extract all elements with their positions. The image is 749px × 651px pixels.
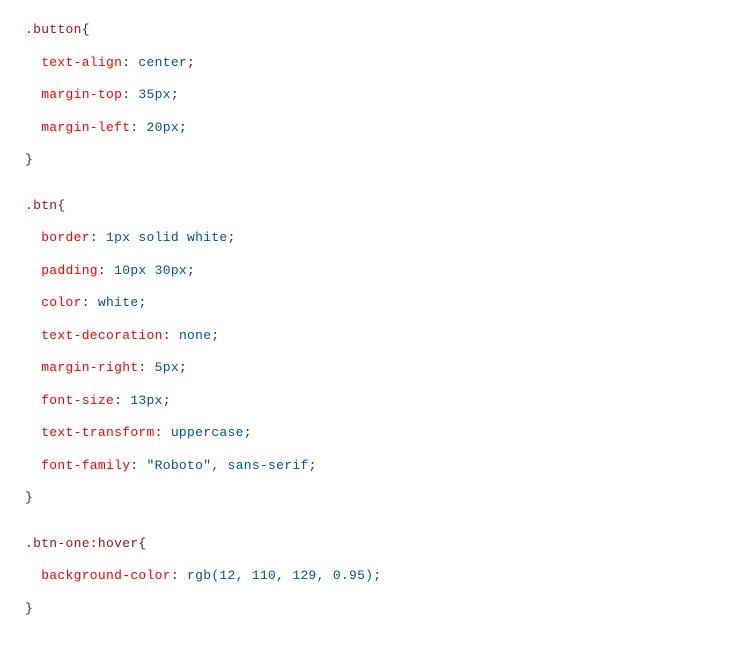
css-value: 10px 30px bbox=[114, 263, 187, 278]
css-prop: padding bbox=[41, 263, 98, 278]
css-prop: margin-right bbox=[41, 360, 138, 375]
css-value: rgb(12, 110, 129, 0.95) bbox=[187, 568, 373, 583]
css-code-block: .button{ text-align: center; margin-top:… bbox=[25, 20, 724, 618]
css-prop: color bbox=[41, 295, 82, 310]
css-prop: text-transform bbox=[41, 425, 154, 440]
selector-text: .btn-one:hover bbox=[25, 536, 138, 551]
css-prop: border bbox=[41, 230, 90, 245]
css-value: 5px bbox=[155, 360, 179, 375]
css-prop: margin-top bbox=[41, 87, 122, 102]
css-value: white bbox=[98, 295, 139, 310]
css-value: center bbox=[138, 55, 187, 70]
selector-text: .button bbox=[25, 22, 82, 37]
css-value: 20px bbox=[147, 120, 179, 135]
css-prop: margin-left bbox=[41, 120, 130, 135]
css-prop: text-decoration bbox=[41, 328, 163, 343]
css-value: 1px solid white bbox=[106, 230, 228, 245]
css-prop: font-size bbox=[41, 393, 114, 408]
css-prop: font-family bbox=[41, 458, 130, 473]
css-prop: background-color bbox=[41, 568, 171, 583]
css-value: 13px bbox=[130, 393, 162, 408]
css-value: 35px bbox=[138, 87, 170, 102]
css-value: uppercase bbox=[171, 425, 244, 440]
css-prop: text-align bbox=[41, 55, 122, 70]
css-value: none bbox=[179, 328, 211, 343]
css-value: "Roboto", sans-serif bbox=[147, 458, 309, 473]
selector-text: .btn bbox=[25, 198, 57, 213]
